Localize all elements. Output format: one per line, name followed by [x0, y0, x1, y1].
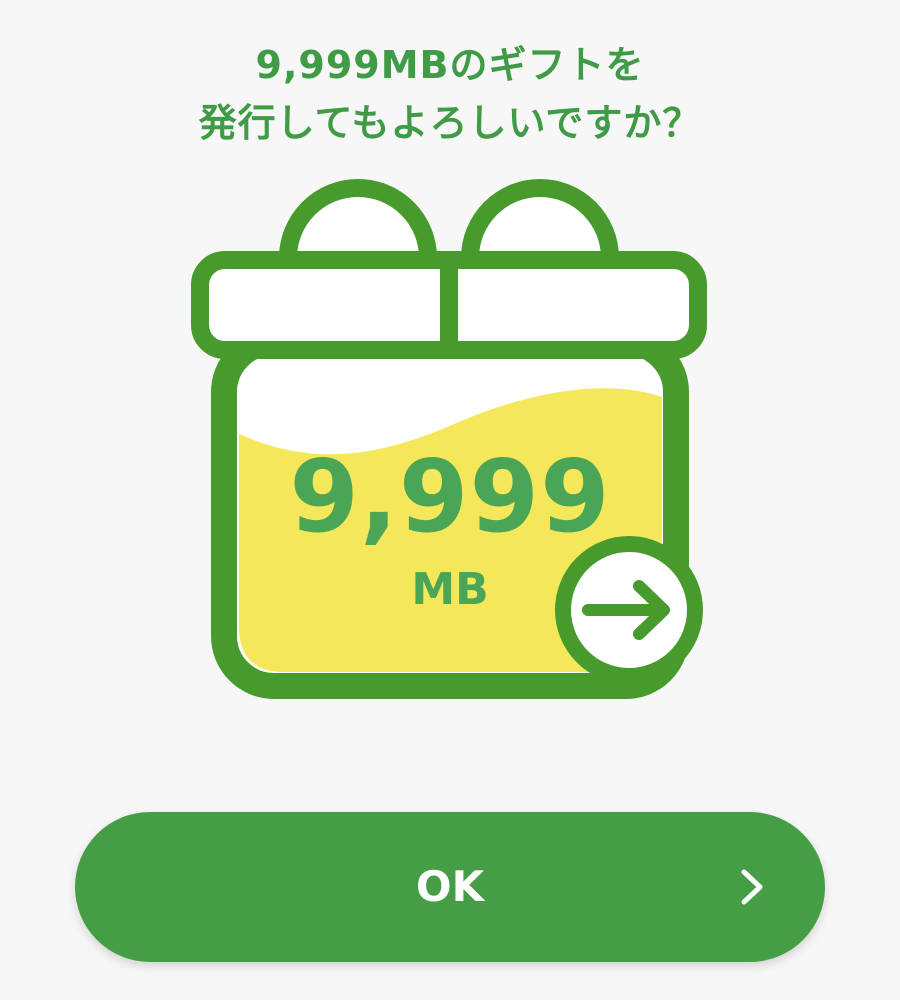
gift-unit: MB	[411, 564, 489, 615]
title-line-2: 発行してもよろしいですか？	[198, 101, 702, 145]
gift-box-icon	[191, 179, 707, 699]
page-title: 9,999MBのギフトを 発行してもよろしいですか？	[0, 36, 900, 152]
chevron-right-icon	[741, 869, 763, 905]
gift-amount: 9,999	[289, 438, 611, 555]
ok-button-label: OK	[415, 862, 485, 911]
gift-illustration	[184, 172, 714, 702]
title-line-1: 9,999MBのギフトを	[255, 43, 645, 87]
ok-button[interactable]: OK	[75, 812, 825, 962]
